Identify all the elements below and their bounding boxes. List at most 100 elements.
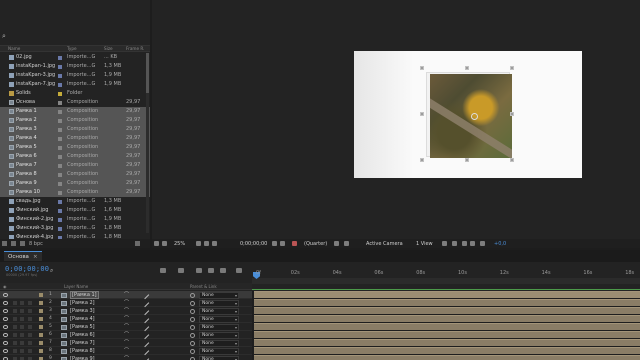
layer-row[interactable]: 8 [Рамка 8] ⌒ None ▾ [0, 346, 252, 356]
layer-row[interactable]: 7 [Рамка 7] ⌒ None ▾ [0, 338, 252, 348]
bpc-label[interactable]: 8 bpc [29, 241, 43, 247]
audio-toggle[interactable] [13, 309, 17, 313]
layer-name[interactable]: [Рамка 3] [70, 308, 95, 314]
toggle-pixel-icon[interactable] [442, 240, 447, 246]
project-item[interactable]: Финский.jpg Importe...G 1,6 MB [0, 206, 150, 215]
graph-editor-icon[interactable] [236, 268, 242, 273]
eye-icon[interactable] [3, 349, 8, 353]
transform-handle[interactable] [420, 112, 424, 116]
label-color-swatch[interactable] [39, 293, 43, 297]
pick-whip-icon[interactable] [190, 308, 195, 314]
shy-switch-icon[interactable]: ⌒ [124, 316, 130, 322]
label-color-swatch[interactable] [58, 154, 62, 159]
flowchart-icon[interactable] [470, 240, 475, 246]
label-color-swatch[interactable] [58, 181, 62, 186]
audio-toggle[interactable] [13, 301, 17, 305]
lock-toggle[interactable] [28, 333, 32, 337]
label-color-swatch[interactable] [39, 349, 43, 353]
label-color-swatch[interactable] [58, 136, 62, 141]
audio-toggle[interactable] [13, 349, 17, 353]
project-item[interactable]: Рамка 10 Composition 29,97 [0, 188, 150, 197]
parent-dropdown[interactable]: None ▾ [199, 315, 239, 323]
shy-icon[interactable] [196, 268, 202, 273]
layer-name[interactable]: [Рамка 2] [70, 300, 95, 306]
project-item[interactable]: Рамка 4 Composition 29,97 [0, 134, 150, 143]
pick-whip-icon[interactable] [190, 356, 195, 360]
new-folder-icon[interactable] [11, 241, 16, 246]
pick-whip-icon[interactable] [190, 348, 195, 354]
draft-3d-icon[interactable] [160, 268, 166, 273]
layer-name[interactable]: [Рамка 6] [70, 332, 95, 338]
layer-track-bar[interactable] [254, 347, 640, 354]
frame-blending-icon[interactable] [208, 268, 214, 273]
label-color-swatch[interactable] [58, 100, 62, 105]
label-color-swatch[interactable] [58, 217, 62, 222]
label-color-swatch[interactable] [58, 208, 62, 213]
label-color-swatch[interactable] [58, 55, 62, 60]
label-color-swatch[interactable] [39, 325, 43, 329]
views-dropdown[interactable]: 1 View [416, 241, 433, 247]
eye-icon[interactable] [3, 333, 8, 337]
col-size-header[interactable]: Size [104, 46, 113, 51]
label-color-swatch[interactable] [58, 64, 62, 69]
label-color-swatch[interactable] [39, 309, 43, 313]
shy-switch-icon[interactable]: ⌒ [124, 292, 130, 298]
pick-whip-icon[interactable] [190, 332, 195, 338]
exposure-icon[interactable] [480, 240, 485, 246]
lock-toggle[interactable] [28, 301, 32, 305]
label-color-swatch[interactable] [58, 226, 62, 231]
layer-row[interactable]: 9 [Рамка 9] ⌒ None ▾ [0, 354, 252, 360]
shy-switch-icon[interactable]: ⌒ [124, 340, 130, 346]
layer-track-bar[interactable] [254, 299, 640, 306]
project-item[interactable]: 02.jpg Importe...G ... KB [0, 53, 150, 62]
solo-toggle[interactable] [20, 317, 24, 321]
project-item[interactable]: Рамка 6 Composition 29,97 [0, 152, 150, 161]
label-color-swatch[interactable] [58, 127, 62, 132]
layer-row[interactable]: 5 [Рамка 5] ⌒ None ▾ [0, 322, 252, 332]
layer-name[interactable]: [Рамка 7] [70, 340, 95, 346]
grid-icon[interactable] [162, 240, 167, 246]
solo-toggle[interactable] [20, 333, 24, 337]
solo-toggle[interactable] [20, 341, 24, 345]
audio-toggle[interactable] [13, 317, 17, 321]
interpret-footage-icon[interactable] [2, 241, 7, 246]
parent-dropdown[interactable]: None ▾ [199, 331, 239, 339]
trash-icon[interactable] [135, 241, 140, 246]
layer-name[interactable]: [Рамка 1] [70, 291, 99, 299]
ruler-bar[interactable] [252, 278, 640, 284]
transform-handle[interactable] [510, 66, 514, 70]
project-item[interactable]: Solids Folder [0, 89, 150, 98]
lock-toggle[interactable] [28, 349, 32, 353]
project-item[interactable]: Рамка 2 Composition 29,97 [0, 116, 150, 125]
col-name-header[interactable]: Name [8, 46, 20, 51]
label-color-swatch[interactable] [39, 341, 43, 345]
project-item[interactable]: Рамка 9 Composition 29,97 [0, 179, 150, 188]
label-color-swatch[interactable] [39, 333, 43, 337]
show-snapshot-icon[interactable] [280, 240, 285, 246]
layer-row[interactable]: 2 [Рамка 2] ⌒ None ▾ [0, 298, 252, 308]
project-item[interactable]: Рамка 3 Composition 29,97 [0, 125, 150, 134]
solo-toggle[interactable] [20, 349, 24, 353]
camera-dropdown[interactable]: Active Camera [366, 241, 403, 247]
layer-track-bar[interactable] [254, 315, 640, 322]
layer-track-bar[interactable] [254, 323, 640, 330]
roi-icon[interactable] [344, 240, 349, 246]
label-color-swatch[interactable] [58, 82, 62, 87]
new-comp-icon[interactable] [20, 241, 25, 246]
layer-row[interactable]: 1 [Рамка 1] ⌒ None ▾ [0, 290, 252, 300]
transform-handle[interactable] [465, 158, 469, 162]
layer-row[interactable]: 4 [Рамка 4] ⌒ None ▾ [0, 314, 252, 324]
project-search[interactable]: ⌕ [2, 32, 146, 41]
layer-name[interactable]: [Рамка 8] [70, 348, 95, 354]
shy-switch-icon[interactable]: ⌒ [124, 300, 130, 306]
mask-icon[interactable] [212, 240, 217, 246]
project-item[interactable]: Рамка 1 Composition 29,97 [0, 107, 150, 116]
lock-toggle[interactable] [28, 341, 32, 345]
project-scrollbar[interactable] [146, 53, 149, 233]
viewer-timecode[interactable]: 0;00;00;00 [240, 241, 267, 247]
search-icon[interactable]: ⌕ [2, 33, 6, 40]
layer-name[interactable]: [Рамка 9] [70, 356, 95, 360]
close-icon[interactable]: × [33, 254, 38, 260]
shy-switch-icon[interactable]: ⌒ [124, 348, 130, 354]
eye-icon[interactable] [3, 325, 8, 329]
